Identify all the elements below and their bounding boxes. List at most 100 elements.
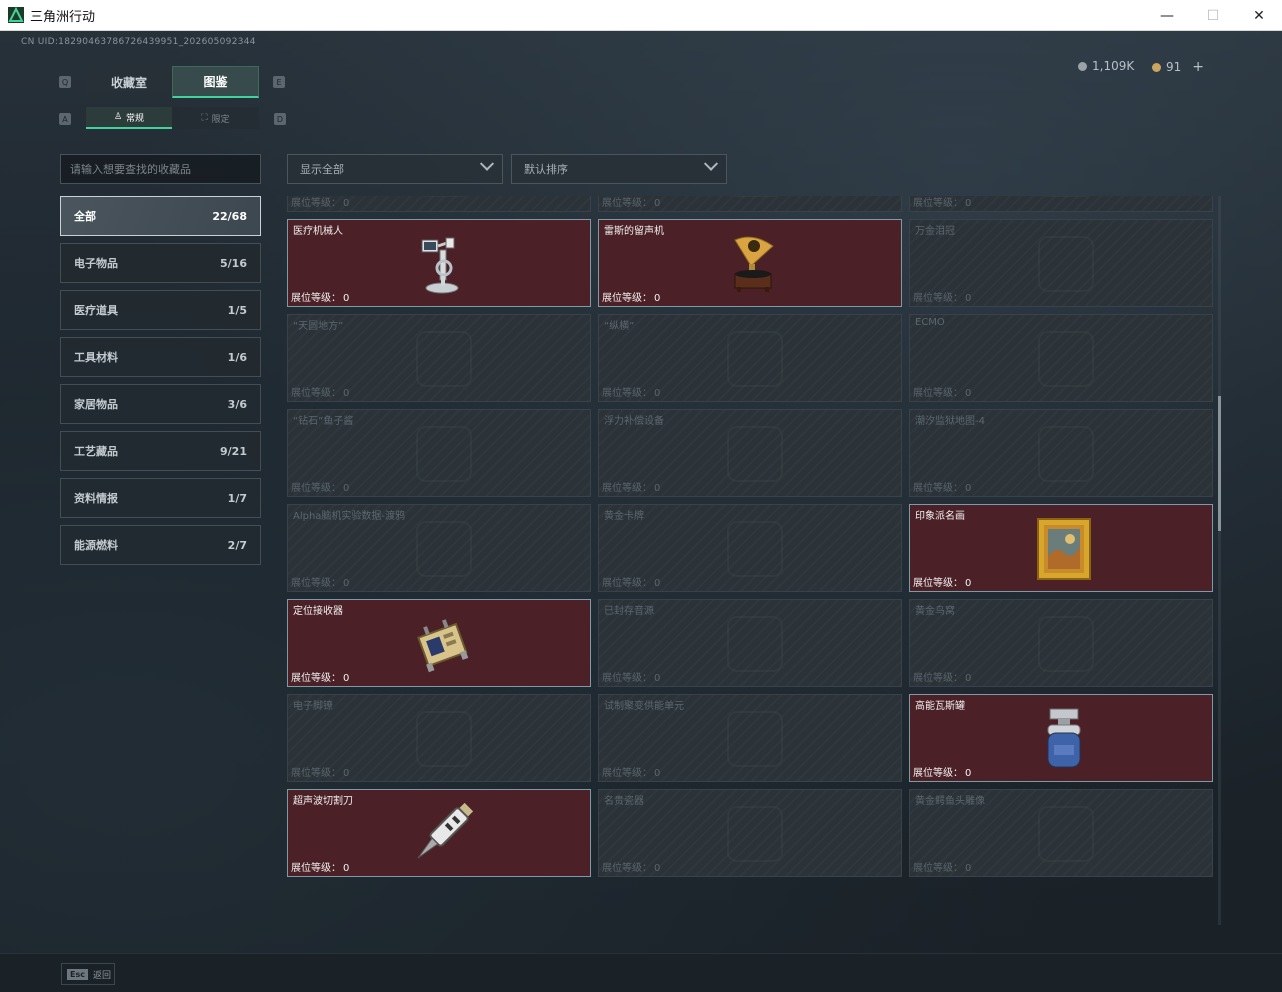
category-item[interactable]: 能源燃料 2/7 <box>60 525 261 565</box>
item-level: 展位等级： 0 <box>602 574 660 589</box>
level-label: 展位等级： <box>913 198 963 209</box>
collection-grid: 展位等级： 0 展位等级： 0 展位等级： 0 医疗机械人 展位等级： 0 雷斯的留声机 展位等级：… <box>287 196 1213 925</box>
collection-item-card[interactable]: 黄金卡牌展位等级： 0 <box>598 504 902 592</box>
collection-item-card[interactable]: 黄金鸟窝 展位等级： 0 <box>909 599 1213 687</box>
collection-item-card[interactable]: “纵横” 展位等级： 0 <box>598 314 902 402</box>
category-label: 能源燃料 <box>74 539 118 552</box>
category-item[interactable]: 工具材料 1/6 <box>60 337 261 377</box>
collection-item-card[interactable]: 浮力补偿设备 展位等级： 0 <box>598 409 902 497</box>
collection-item-card[interactable]: ECMO 展位等级： 0 <box>909 314 1213 402</box>
level-value: 0 <box>654 293 661 304</box>
item-level: 展位等级： 0 <box>913 384 971 399</box>
tab-collection-room[interactable]: 收藏室 <box>86 66 172 98</box>
silver-coin-icon <box>1078 61 1087 71</box>
add-currency-button[interactable]: + <box>1192 59 1204 75</box>
collection-item-card[interactable]: 高能瓦斯罐展位等级： 0 <box>909 694 1213 782</box>
item-name: “天圆地方” <box>293 321 344 332</box>
collection-item-card[interactable]: 潮汐监狱地图-4 展位等级： 0 <box>909 409 1213 497</box>
close-button[interactable]: ✕ <box>1236 0 1282 31</box>
level-value: 0 <box>343 483 350 494</box>
collection-item-card[interactable]: 电子脚镣 展位等级： 0 <box>287 694 591 782</box>
minimize-button[interactable]: — <box>1144 0 1190 31</box>
gold-amount: 91 <box>1166 60 1182 74</box>
collection-item-card[interactable]: “钻石”鱼子酱 展位等级： 0 <box>287 409 591 497</box>
category-item[interactable]: 全部 22/68 <box>60 196 261 236</box>
level-value: 0 <box>343 863 350 874</box>
level-value: 0 <box>654 578 661 589</box>
item-level: 展位等级： 0 <box>602 669 660 684</box>
item-name: 印象派名画 <box>915 511 965 522</box>
collection-item-card[interactable]: 超声波切割刀 展位等级： 0 <box>287 789 591 877</box>
collection-item-card[interactable]: 定位接收器 展位等级： 0 <box>287 599 591 687</box>
category-label: 医疗道具 <box>74 304 118 317</box>
subtab-regular[interactable]: ♙ 常规 <box>86 107 172 129</box>
level-label: 展位等级： <box>291 768 341 779</box>
item-name: 医疗机械人 <box>293 226 343 237</box>
collection-item-card[interactable]: 展位等级： 0 <box>287 196 591 212</box>
collection-item-card[interactable]: Alpha脑机实验数据-渡鸦 展位等级： 0 <box>287 504 591 592</box>
collection-item-card[interactable]: 展位等级： 0 <box>598 196 902 212</box>
app-logo-icon <box>8 7 24 23</box>
locked-item-silhouette <box>416 196 472 197</box>
display-filter-dropdown[interactable]: 显示全部 <box>287 154 503 184</box>
locked-item-silhouette <box>727 331 783 387</box>
item-level: 展位等级： 0 <box>602 289 660 304</box>
subtab-next-key-icon[interactable]: D <box>274 113 286 125</box>
level-label: 展位等级： <box>913 578 963 589</box>
level-value: 0 <box>343 198 350 209</box>
level-label: 展位等级： <box>291 388 341 399</box>
level-value: 0 <box>654 483 661 494</box>
collection-item-card[interactable]: 万金泪冠 展位等级： 0 <box>909 219 1213 307</box>
item-name: 名贵瓷器 <box>604 796 644 807</box>
tab-prev-key-icon[interactable]: Q <box>59 76 71 88</box>
grid-scrollbar-thumb[interactable] <box>1218 396 1221 531</box>
collection-item-card[interactable]: 雷斯的留声机 展位等级： 0 <box>598 219 902 307</box>
subtab-prev-key-icon[interactable]: A <box>59 113 71 125</box>
category-item[interactable]: 家居物品 3/6 <box>60 384 261 424</box>
level-value: 0 <box>654 198 661 209</box>
collection-item-card[interactable]: 展位等级： 0 <box>909 196 1213 212</box>
locked-item-silhouette <box>727 426 783 482</box>
collection-item-card[interactable]: 试制聚变供能单元 展位等级： 0 <box>598 694 902 782</box>
collection-item-card[interactable]: “天圆地方” 展位等级： 0 <box>287 314 591 402</box>
locked-item-silhouette <box>416 521 472 577</box>
display-filter-value: 显示全部 <box>300 163 344 176</box>
item-name: 黄金卡牌 <box>604 511 644 522</box>
category-count: 5/16 <box>220 256 247 270</box>
locked-item-silhouette <box>727 196 783 197</box>
level-label: 展位等级： <box>913 483 963 494</box>
collection-search-input[interactable] <box>60 154 261 184</box>
locked-item-silhouette <box>1038 426 1094 482</box>
back-button[interactable]: Esc 返回 <box>61 963 115 985</box>
category-item[interactable]: 医疗道具 1/5 <box>60 290 261 330</box>
category-count: 3/6 <box>227 397 247 411</box>
item-name: “纵横” <box>604 321 635 332</box>
grid-scrollbar[interactable] <box>1218 196 1221 925</box>
collection-item-card[interactable]: 名贵瓷器 展位等级： 0 <box>598 789 902 877</box>
item-name: 潮汐监狱地图-4 <box>915 416 985 427</box>
level-value: 0 <box>343 578 350 589</box>
collection-item-card[interactable]: 印象派名画 展位等级： 0 <box>909 504 1213 592</box>
item-level: 展位等级： 0 <box>291 574 349 589</box>
category-label: 家居物品 <box>74 398 118 411</box>
category-item[interactable]: 资料情报 1/7 <box>60 478 261 518</box>
collection-item-card[interactable]: 黄金鳄鱼头雕像 展位等级： 0 <box>909 789 1213 877</box>
tab-codex[interactable]: 图鉴 <box>172 66 259 98</box>
item-name: 试制聚变供能单元 <box>604 701 684 712</box>
collection-item-card[interactable]: 已封存音源 展位等级： 0 <box>598 599 902 687</box>
level-value: 0 <box>965 388 972 399</box>
level-label: 展位等级： <box>602 863 652 874</box>
level-value: 0 <box>343 388 350 399</box>
category-item[interactable]: 工艺藏品 9/21 <box>60 431 261 471</box>
tab-next-key-icon[interactable]: E <box>273 76 285 88</box>
locked-item-silhouette <box>416 331 472 387</box>
level-value: 0 <box>965 768 972 779</box>
subtab-limited[interactable]: ⛶ 限定 <box>172 107 259 129</box>
level-label: 展位等级： <box>602 198 652 209</box>
sort-dropdown[interactable]: 默认排序 <box>511 154 727 184</box>
maximize-button[interactable]: ☐ <box>1190 0 1236 31</box>
item-name: 高能瓦斯罐 <box>915 701 965 712</box>
category-item[interactable]: 电子物品 5/16 <box>60 243 261 283</box>
item-level: 展位等级： 0 <box>913 764 971 779</box>
collection-item-card[interactable]: 医疗机械人 展位等级： 0 <box>287 219 591 307</box>
